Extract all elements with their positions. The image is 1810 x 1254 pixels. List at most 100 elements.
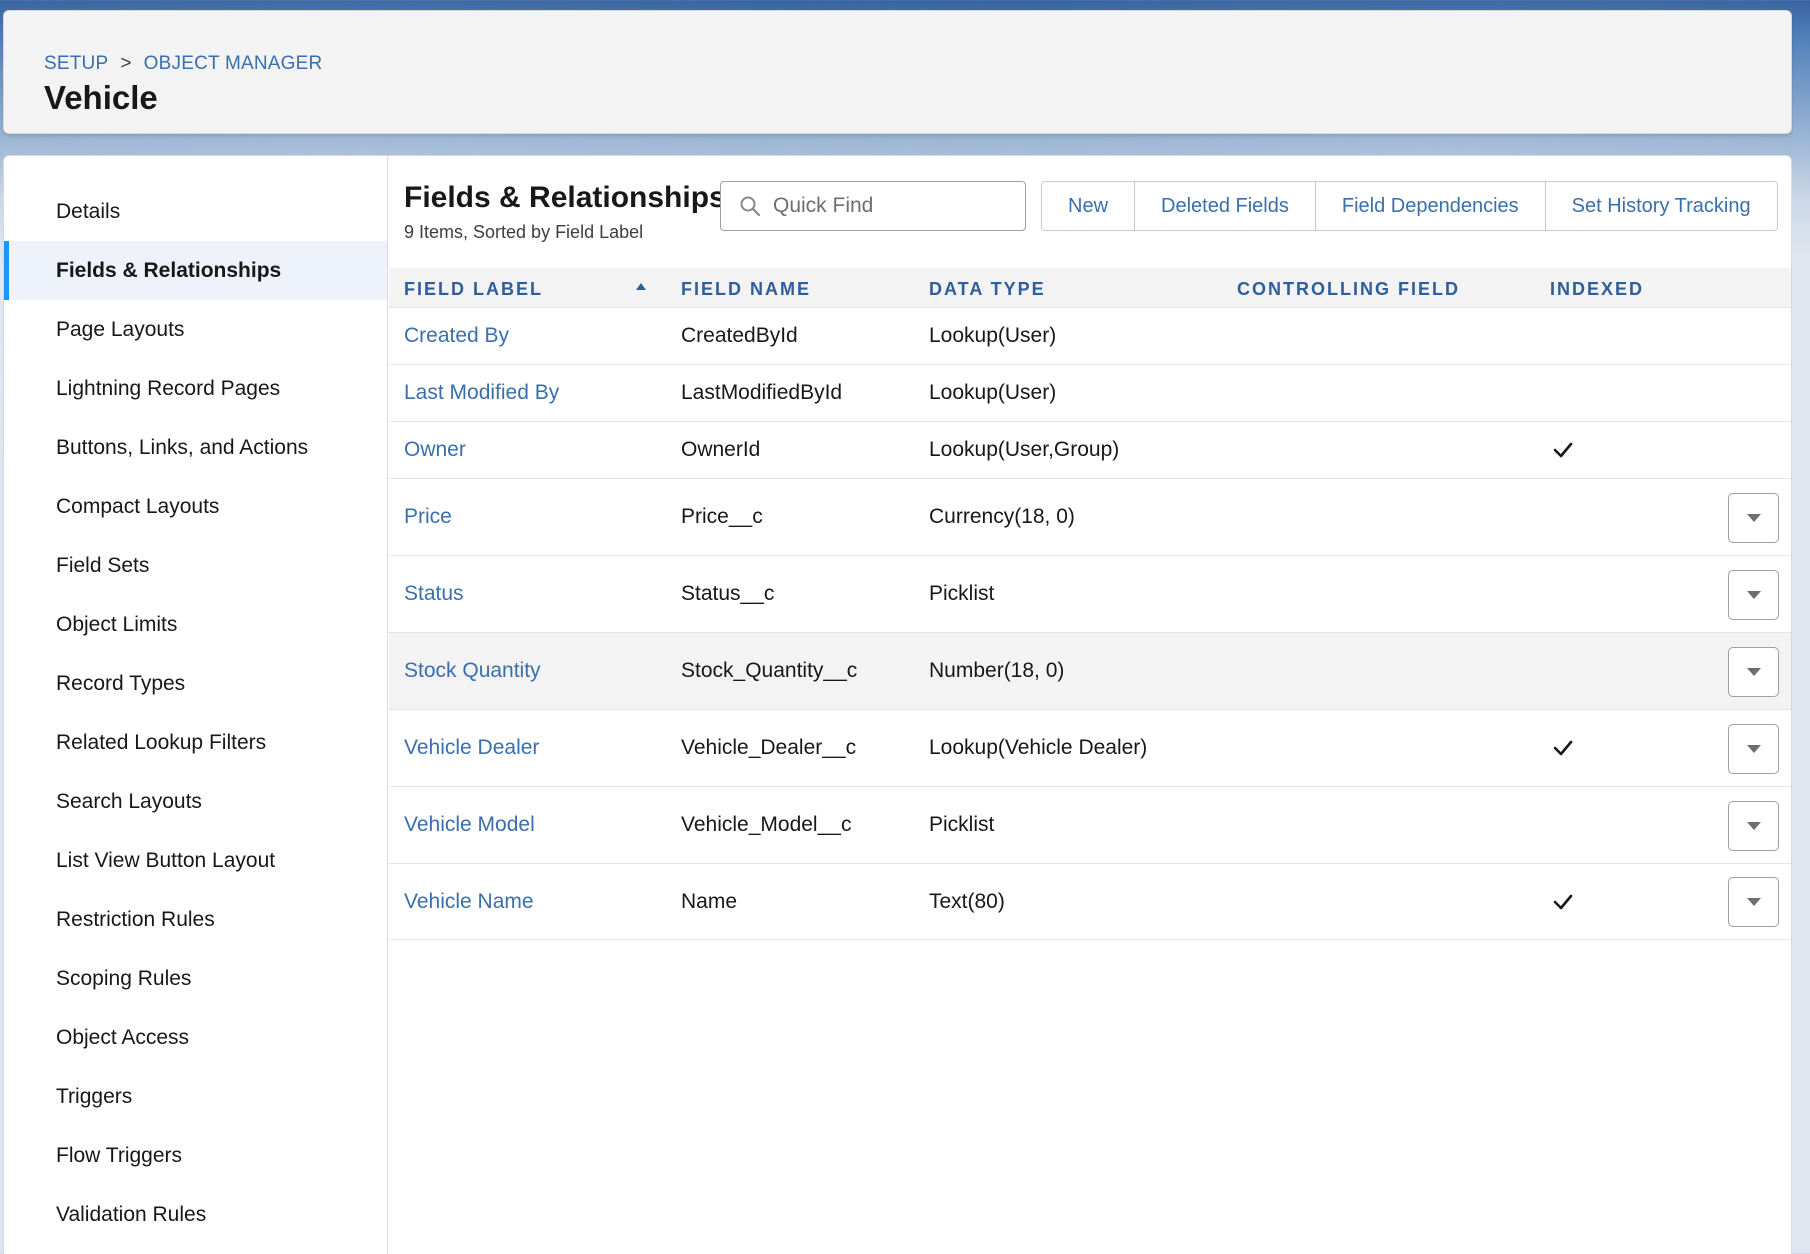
page-title: Vehicle	[44, 79, 158, 116]
table-row: Vehicle Name Name Text(80)	[389, 864, 1791, 940]
toolbar-button-group: New Deleted Fields Field Dependencies Se…	[1041, 181, 1778, 231]
column-header-field-label[interactable]: FIELD LABEL	[404, 268, 543, 308]
table-body: Created By CreatedById Lookup(User) Last Mo…	[389, 308, 1791, 940]
page-header: SETUP > OBJECT MANAGER Vehicle	[3, 10, 1792, 134]
sidebar-item-details[interactable]: Details	[4, 182, 387, 241]
data-type-cell: Currency(18, 0)	[929, 505, 1075, 528]
sidebar-item-restriction-rules[interactable]: Restriction Rules	[4, 890, 387, 949]
data-type-cell: Text(80)	[929, 889, 1005, 913]
sidebar-item-validation-rules[interactable]: Validation Rules	[4, 1185, 387, 1244]
sidebar-item-object-access[interactable]: Object Access	[4, 1008, 387, 1067]
sidebar-item-list-view-button-layout[interactable]: List View Button Layout	[4, 831, 387, 890]
table-row: Owner OwnerId Lookup(User,Group)	[389, 422, 1791, 479]
quick-find-input[interactable]	[773, 194, 1013, 218]
data-type-cell: Number(18, 0)	[929, 659, 1065, 682]
chevron-down-icon	[1746, 744, 1761, 753]
table-header: FIELD LABEL FIELD NAME DATA TYPE CONTROL…	[389, 268, 1791, 308]
field-label-link[interactable]: Created By	[404, 308, 509, 364]
row-actions-button[interactable]	[1728, 877, 1779, 927]
data-type-cell: Lookup(User,Group)	[929, 438, 1120, 461]
sidebar: Details Fields & Relationships Page Layout…	[4, 156, 388, 1254]
check-icon	[1553, 740, 1573, 756]
field-label-link[interactable]: Status	[404, 556, 464, 632]
field-name-cell: Vehicle_Dealer__c	[681, 736, 857, 759]
search-icon	[740, 196, 761, 217]
table-row: Vehicle Model Vehicle_Model__c Picklist	[389, 787, 1791, 864]
field-label-link[interactable]: Vehicle Dealer	[404, 710, 539, 786]
indexed-cell	[1551, 864, 1575, 939]
data-type-cell: Lookup(User)	[929, 381, 1057, 404]
section-subtitle: 9 Items, Sorted by Field Label	[404, 222, 644, 242]
sidebar-item-flow-triggers[interactable]: Flow Triggers	[4, 1126, 387, 1185]
indexed-cell	[1551, 710, 1575, 786]
column-header-field-name[interactable]: FIELD NAME	[681, 268, 811, 308]
sidebar-item-scoping-rules[interactable]: Scoping Rules	[4, 949, 387, 1008]
sidebar-item-page-layouts[interactable]: Page Layouts	[4, 300, 387, 359]
sidebar-item-triggers[interactable]: Triggers	[4, 1067, 387, 1126]
indexed-cell	[1551, 422, 1575, 478]
table-row: Stock Quantity Stock_Quantity__c Number(18…	[389, 633, 1791, 710]
field-name-cell: Name	[681, 889, 738, 913]
field-name-cell: Stock_Quantity__c	[681, 659, 858, 682]
field-label-link[interactable]: Vehicle Name	[404, 864, 534, 939]
field-label-link[interactable]: Stock Quantity	[404, 633, 541, 709]
sidebar-item-fields-and-relationships[interactable]: Fields & Relationships	[4, 241, 387, 300]
data-type-cell: Picklist	[929, 813, 995, 836]
field-label-link[interactable]: Owner	[404, 422, 466, 478]
data-type-cell: Lookup(Vehicle Dealer)	[929, 736, 1148, 759]
breadcrumb-setup[interactable]: SETUP	[44, 53, 108, 75]
field-name-cell: LastModifiedById	[681, 381, 843, 404]
column-header-data-type[interactable]: DATA TYPE	[929, 268, 1046, 308]
sidebar-item-record-types[interactable]: Record Types	[4, 654, 387, 713]
row-actions-button[interactable]	[1728, 492, 1779, 543]
field-label-link[interactable]: Price	[404, 479, 452, 555]
field-dependencies-button[interactable]: Field Dependencies	[1315, 182, 1546, 230]
new-button[interactable]: New	[1042, 182, 1136, 230]
row-actions-button[interactable]	[1728, 723, 1779, 774]
sort-ascending-icon[interactable]	[634, 280, 648, 294]
row-actions-button[interactable]	[1728, 800, 1779, 851]
sidebar-item-search-layouts[interactable]: Search Layouts	[4, 772, 387, 831]
row-actions-button[interactable]	[1728, 646, 1779, 697]
breadcrumb-separator: >	[120, 53, 132, 74]
column-header-indexed[interactable]: INDEXED	[1550, 268, 1644, 308]
chevron-down-icon	[1746, 898, 1761, 906]
table-row: Vehicle Dealer Vehicle_Dealer__c Lookup(Ve…	[389, 710, 1791, 787]
chevron-down-icon	[1746, 821, 1761, 830]
field-name-cell: Vehicle_Model__c	[681, 813, 852, 836]
sidebar-item-lightning-record-pages[interactable]: Lightning Record Pages	[4, 359, 387, 418]
table-row: Last Modified By LastModifiedById Lookup(U…	[389, 365, 1791, 422]
chevron-down-icon	[1746, 590, 1761, 599]
check-icon	[1553, 894, 1573, 909]
sidebar-item-compact-layouts[interactable]: Compact Layouts	[4, 477, 387, 536]
sidebar-item-related-lookup-filters[interactable]: Related Lookup Filters	[4, 713, 387, 772]
sidebar-item-buttons-links-and-actions[interactable]: Buttons, Links, and Actions	[4, 418, 387, 477]
data-type-cell: Picklist	[929, 582, 995, 605]
data-type-cell: Lookup(User)	[929, 324, 1057, 347]
table-row: Price Price__c Currency(18, 0)	[389, 479, 1791, 556]
field-name-cell: Status__c	[681, 582, 775, 605]
field-name-cell: Price__c	[681, 505, 763, 528]
breadcrumb-object-manager[interactable]: OBJECT MANAGER	[144, 53, 323, 75]
quick-find-box[interactable]	[720, 181, 1026, 231]
table-row: Status Status__c Picklist	[389, 556, 1791, 633]
field-label-link[interactable]: Vehicle Model	[404, 787, 535, 863]
deleted-fields-button[interactable]: Deleted Fields	[1135, 182, 1316, 230]
column-header-controlling-field[interactable]: CONTROLLING FIELD	[1237, 268, 1460, 308]
fields-table: FIELD LABEL FIELD NAME DATA TYPE CONTROL…	[389, 268, 1791, 940]
field-label-link[interactable]: Last Modified By	[404, 365, 559, 421]
breadcrumb: SETUP > OBJECT MANAGER	[44, 53, 322, 75]
content-area: Fields & Relationships 9 Items, Sorted b…	[389, 156, 1791, 1254]
chevron-down-icon	[1746, 667, 1761, 676]
check-icon	[1553, 442, 1573, 458]
section-title: Fields & Relationships	[404, 181, 726, 214]
set-history-tracking-button[interactable]: Set History Tracking	[1545, 182, 1777, 230]
table-row: Created By CreatedById Lookup(User)	[389, 308, 1791, 365]
sidebar-item-object-limits[interactable]: Object Limits	[4, 595, 387, 654]
row-actions-button[interactable]	[1728, 569, 1779, 620]
field-name-cell: CreatedById	[681, 324, 798, 347]
chevron-down-icon	[1746, 513, 1761, 522]
main-panel: Details Fields & Relationships Page Layout…	[3, 155, 1792, 1254]
sidebar-item-field-sets[interactable]: Field Sets	[4, 536, 387, 595]
field-name-cell: OwnerId	[681, 438, 761, 461]
